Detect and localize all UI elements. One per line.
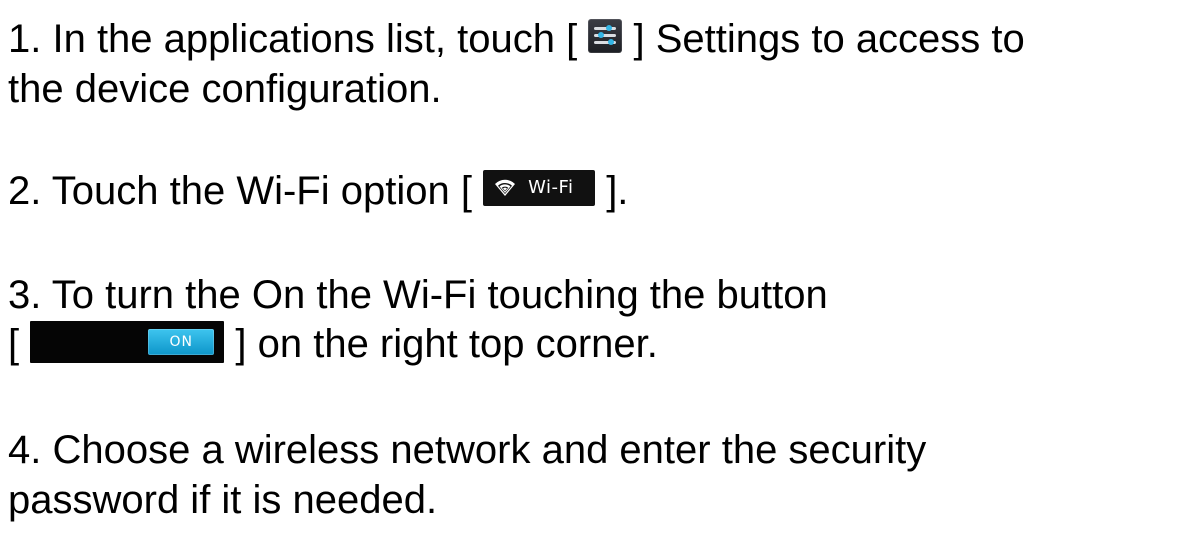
step-3-text-after: ] on the right top corner. bbox=[235, 322, 658, 366]
step-1-text-before: 1. In the applications list, touch [ bbox=[8, 17, 578, 61]
wifi-option-label: Wi-Fi bbox=[528, 177, 574, 199]
step-2-text-before: 2. Touch the Wi-Fi option [ bbox=[8, 169, 472, 213]
step-2-text-after: ]. bbox=[606, 169, 629, 213]
wifi-icon bbox=[495, 180, 516, 197]
settings-icon-knob bbox=[598, 32, 605, 39]
step-4-line-1: 4. Choose a wireless network and enter t… bbox=[8, 428, 927, 472]
toggle-on-label: ON bbox=[169, 334, 193, 351]
step-1-line-2: the device configuration. bbox=[8, 67, 442, 111]
wifi-toggle-image: ON bbox=[30, 321, 225, 364]
settings-icon bbox=[588, 19, 623, 54]
toggle-on-switch: ON bbox=[148, 329, 215, 356]
settings-icon-knob bbox=[608, 39, 615, 46]
instruction-page: 1. In the applications list, touch [ ] S… bbox=[0, 0, 1203, 559]
settings-icon-bar bbox=[594, 27, 617, 31]
step-3-line-1: 3. To turn the On the Wi-Fi touching the… bbox=[8, 273, 828, 317]
settings-icon-knob bbox=[606, 25, 613, 32]
step-3-text-before: [ bbox=[8, 322, 20, 366]
step-1-line-1: 1. In the applications list, touch [ ] S… bbox=[8, 15, 1025, 63]
step-4-line-2: password if it is needed. bbox=[8, 478, 438, 522]
step-3-line-2: [ ON ] on the right top corner. bbox=[8, 320, 658, 368]
wifi-option-icon: Wi-Fi bbox=[483, 170, 596, 207]
step-2-line: 2. Touch the Wi-Fi option [ Wi-Fi ]. bbox=[8, 167, 628, 215]
step-1-text-after: ] Settings to access to bbox=[633, 17, 1025, 61]
